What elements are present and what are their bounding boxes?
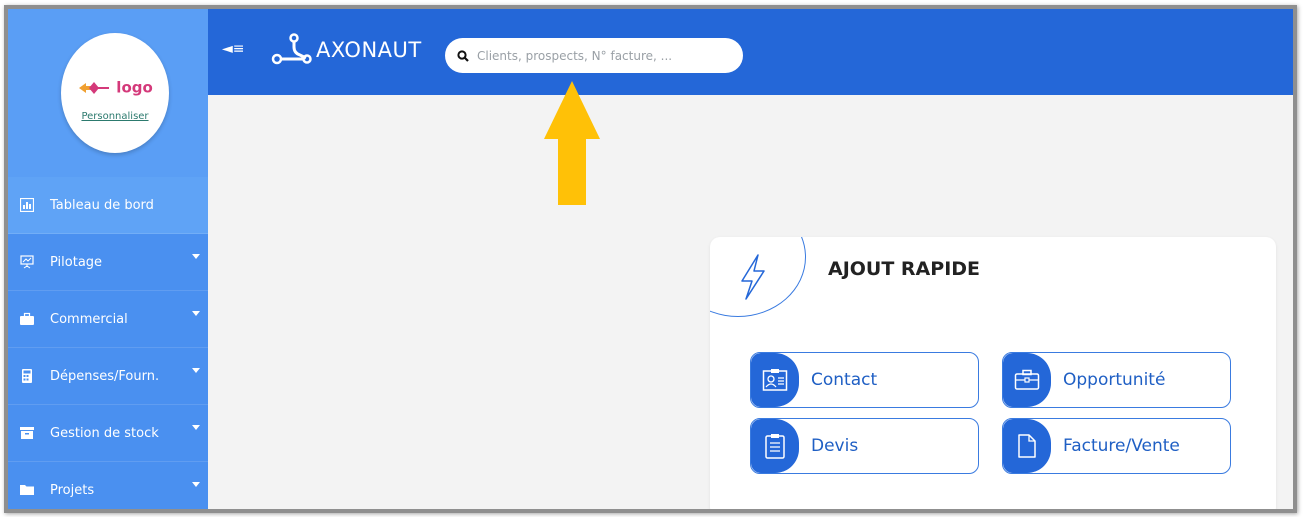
collapse-sidebar-icon[interactable]: ◄≡ bbox=[222, 41, 245, 57]
sidebar-item-label: Projets bbox=[50, 482, 95, 498]
quick-add-invoice-button[interactable]: Facture/Vente bbox=[1002, 418, 1231, 474]
brand[interactable]: AXONAUT bbox=[270, 33, 422, 67]
quick-add-label: Contact bbox=[811, 370, 878, 390]
logo-area: logo Personnaliser bbox=[8, 9, 208, 177]
logo-icon bbox=[79, 81, 110, 94]
chevron-down-icon bbox=[192, 254, 200, 259]
presentation-icon bbox=[20, 255, 34, 269]
chevron-down-icon bbox=[192, 368, 200, 373]
quick-add-quote-button[interactable]: Devis bbox=[750, 418, 979, 474]
search-input[interactable] bbox=[477, 48, 717, 63]
quick-add-label: Opportunité bbox=[1063, 370, 1166, 390]
quick-add-title: AJOUT RAPIDE bbox=[828, 258, 981, 280]
customize-logo-link[interactable]: Personnaliser bbox=[61, 111, 169, 122]
sidebar-item-label: Tableau de bord bbox=[50, 197, 154, 213]
logo-badge: logo Personnaliser bbox=[61, 33, 169, 153]
chevron-down-icon bbox=[192, 482, 200, 487]
quick-add-label: Devis bbox=[811, 436, 859, 456]
contact-card-icon bbox=[751, 353, 799, 407]
chevron-down-icon bbox=[192, 425, 200, 430]
axonaut-logo-icon bbox=[271, 33, 312, 65]
sidebar: logo Personnaliser Tableau de bord Pilot… bbox=[8, 9, 208, 509]
quick-add-label: Facture/Vente bbox=[1063, 436, 1180, 456]
app-name: AXONAUT bbox=[316, 38, 422, 62]
sidebar-item-depenses[interactable]: Dépenses/Fourn. bbox=[8, 348, 208, 405]
clipboard-icon bbox=[751, 419, 799, 473]
sidebar-item-label: Gestion de stock bbox=[50, 425, 159, 441]
company-logo: logo bbox=[61, 77, 169, 97]
quick-add-contact-button[interactable]: Contact bbox=[750, 352, 979, 408]
quick-add-opportunity-button[interactable]: Opportunité bbox=[1002, 352, 1231, 408]
sidebar-item-label: Pilotage bbox=[50, 254, 103, 270]
calculator-icon bbox=[20, 369, 34, 383]
chevron-down-icon bbox=[192, 311, 200, 316]
sidebar-item-label: Dépenses/Fourn. bbox=[50, 368, 160, 384]
sidebar-nav: Tableau de bord Pilotage Commercial Dépe… bbox=[8, 177, 208, 509]
global-search[interactable] bbox=[445, 38, 743, 73]
briefcase-icon bbox=[1003, 353, 1051, 407]
sidebar-item-label: Commercial bbox=[50, 311, 128, 327]
search-icon bbox=[457, 49, 469, 62]
screenshot-frame: logo Personnaliser Tableau de bord Pilot… bbox=[0, 0, 1303, 517]
lightning-icon bbox=[741, 254, 765, 300]
sidebar-item-projets[interactable]: Projets bbox=[8, 462, 208, 509]
sidebar-item-pilotage[interactable]: Pilotage bbox=[8, 234, 208, 291]
document-icon bbox=[1003, 419, 1051, 473]
dashboard-icon bbox=[20, 198, 34, 212]
quick-add-card: AJOUT RAPIDE Contact Opportunité Devis F… bbox=[710, 237, 1276, 509]
folder-icon bbox=[20, 483, 34, 497]
sidebar-item-commercial[interactable]: Commercial bbox=[8, 291, 208, 348]
annotation-arrow-icon bbox=[544, 81, 600, 205]
sidebar-item-tableau-de-bord[interactable]: Tableau de bord bbox=[8, 177, 208, 234]
top-header: ◄≡ AXONAUT bbox=[208, 9, 1293, 95]
logo-text: logo bbox=[116, 78, 153, 97]
sidebar-item-gestion-de-stock[interactable]: Gestion de stock bbox=[8, 405, 208, 462]
app-window: logo Personnaliser Tableau de bord Pilot… bbox=[4, 5, 1297, 513]
archive-icon bbox=[20, 426, 34, 440]
briefcase-icon bbox=[20, 312, 34, 326]
